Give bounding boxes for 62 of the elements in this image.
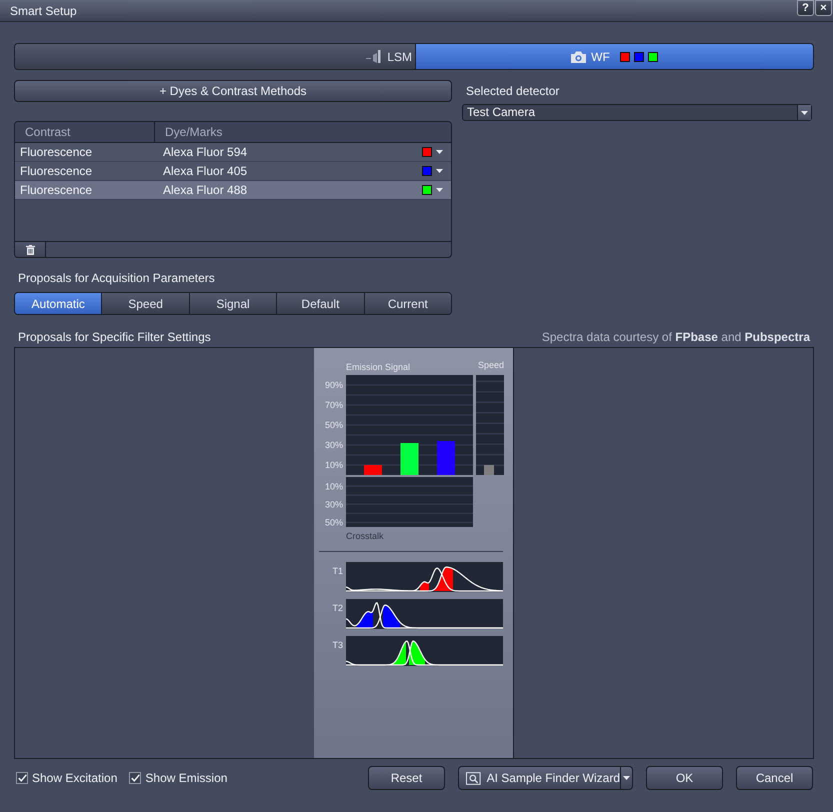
table-row[interactable]: Fluorescence Alexa Fluor 594	[15, 143, 451, 162]
table-cell-text: Alexa Fluor 405	[162, 163, 248, 180]
track-label: T3	[332, 640, 343, 650]
axis-tick-label: 10%	[324, 460, 343, 470]
wizard-menu-button[interactable]	[621, 766, 633, 790]
table-cell-text: Fluorescence	[19, 182, 94, 199]
help-button[interactable]: ?	[797, 0, 814, 16]
caret-icon[interactable]	[623, 776, 630, 780]
check-icon	[130, 774, 140, 782]
wizard-button[interactable]: AI Sample Finder Wizard	[458, 766, 621, 790]
mode-tab[interactable]: WF	[415, 44, 813, 69]
check-icon	[18, 774, 26, 782]
window-title: Smart Setup	[10, 2, 77, 20]
caret-icon[interactable]	[436, 188, 443, 192]
add-dyes-button[interactable]: + Dyes & Contrast Methods	[14, 80, 452, 102]
axis-tick-label: 70%	[324, 400, 343, 410]
checkbox-label[interactable]: Show Emission	[145, 769, 228, 787]
chart-title: Emission Signal	[346, 362, 410, 372]
chart-title: Crosstalk	[346, 531, 384, 541]
mode-tab[interactable]: LSM	[15, 44, 415, 69]
dialog-button[interactable]: OK	[646, 766, 723, 790]
column-header[interactable]: Contrast	[15, 122, 155, 142]
table-cell-text: Alexa Fluor 488	[162, 182, 248, 199]
option-tab[interactable]: Automatic	[15, 293, 102, 314]
axis-tick-label: 50%	[324, 518, 343, 528]
delete-button[interactable]	[15, 242, 46, 257]
dialog-button[interactable]: Reset	[368, 766, 445, 790]
table-cell-text: Fluorescence	[19, 163, 94, 180]
axis-tick-label: 30%	[324, 440, 343, 450]
section-title: Proposals for Acquisition Parameters	[18, 271, 215, 285]
axis-tick-label: 90%	[324, 380, 343, 390]
track-label: T1	[332, 566, 343, 576]
table-cell-text: Alexa Fluor 594	[162, 144, 248, 161]
axis-tick-label: 10%	[324, 481, 343, 492]
checkbox-label[interactable]: Show Excitation	[32, 769, 118, 787]
chart-title: Speed	[478, 360, 504, 372]
axis-tick-label: 30%	[324, 499, 343, 510]
caret-icon[interactable]	[436, 169, 443, 173]
field-label: Selected detector	[466, 84, 560, 98]
close-button[interactable]: ×	[815, 0, 832, 16]
table-row[interactable]: Fluorescence Alexa Fluor 405	[15, 162, 451, 181]
table-cell-text: Fluorescence	[19, 144, 94, 161]
camera-icon	[571, 50, 586, 62]
track-label: T2	[332, 603, 343, 613]
search-frame-icon	[466, 772, 481, 784]
section-title: Proposals for Specific Filter Settings	[18, 330, 211, 344]
checkbox[interactable]	[129, 772, 142, 784]
table-row[interactable]: Fluorescence Alexa Fluor 488	[15, 181, 451, 200]
axis-tick-label: 50%	[324, 420, 343, 430]
detector-dropdown[interactable]: Test Camera	[462, 104, 812, 121]
trash-icon	[26, 244, 34, 254]
laser-icon	[366, 50, 382, 63]
option-tab[interactable]: Current	[364, 293, 451, 314]
option-tab[interactable]: Default	[276, 293, 364, 314]
checkbox[interactable]	[16, 772, 28, 784]
column-header[interactable]: Dye/Marks	[155, 122, 451, 142]
caret-icon[interactable]	[801, 110, 808, 114]
option-tab[interactable]: Speed	[101, 293, 189, 314]
caret-icon[interactable]	[436, 150, 443, 154]
option-tab[interactable]: Signal	[188, 293, 276, 314]
credit-text: Spectra data courtesy of FPbase and Pubspectra	[542, 330, 810, 344]
dialog-button[interactable]: Cancel	[736, 766, 813, 790]
